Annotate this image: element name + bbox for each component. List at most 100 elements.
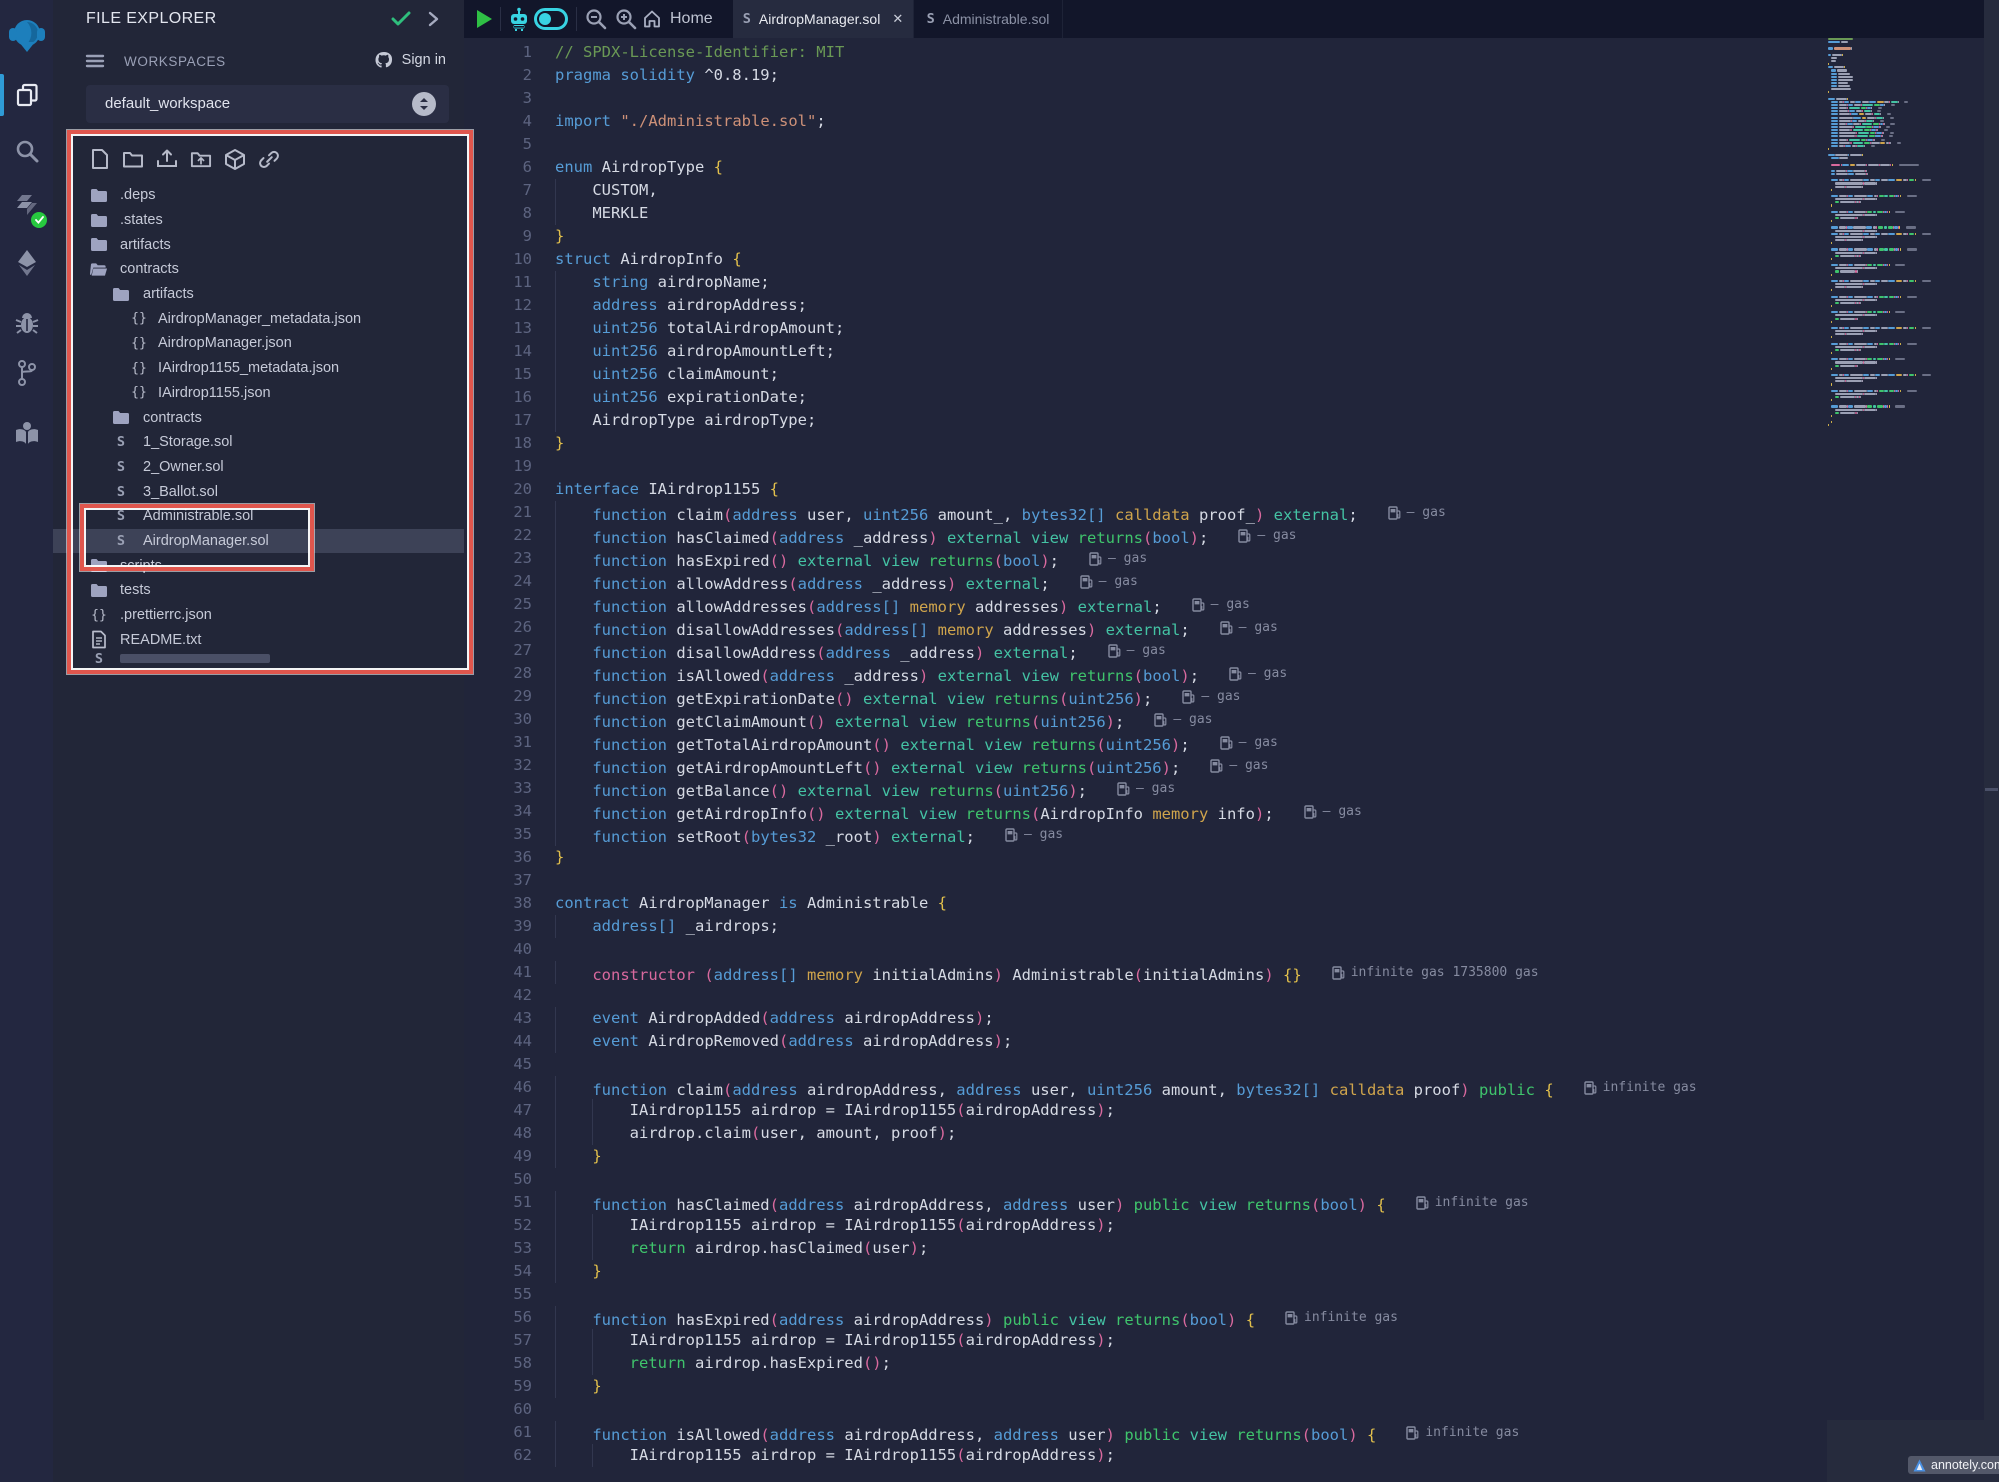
line-number: 13 xyxy=(464,317,532,340)
sign-in-button[interactable]: Sign in xyxy=(373,51,446,69)
tree-item-contracts[interactable]: contracts xyxy=(53,405,464,430)
tree-item-partial[interactable]: S xyxy=(53,652,464,666)
tree-item-1-storage-sol[interactable]: S1_Storage.sol xyxy=(53,430,464,455)
tree-item-label: artifacts xyxy=(120,237,171,253)
ai-copilot-toggle[interactable] xyxy=(534,0,568,38)
tree-item-iairdrop1155-json[interactable]: {}IAirdrop1155.json xyxy=(53,381,464,406)
rail-debugger-icon[interactable] xyxy=(0,300,53,346)
code-line-22: 22 function hasClaimed(address _address)… xyxy=(464,524,1828,547)
line-number: 28 xyxy=(464,662,532,685)
new-folder-icon[interactable] xyxy=(122,147,144,171)
braces-icon: {} xyxy=(130,359,148,377)
gas-estimate-ghost: – gas xyxy=(1117,777,1175,800)
tab-administrable-sol[interactable]: SAdministrable.sol xyxy=(914,0,1063,38)
upload-folder-icon[interactable] xyxy=(190,147,212,171)
braces-icon: {} xyxy=(130,334,148,352)
code-line-15: 15 uint256 claimAmount; xyxy=(464,363,1828,386)
code-line-53: 53 return airdrop.hasClaimed(user); xyxy=(464,1237,1828,1260)
rail-deploy-run-icon[interactable] xyxy=(0,240,53,286)
line-number: 32 xyxy=(464,754,532,777)
code-line-51: 51 function hasClaimed(address airdropAd… xyxy=(464,1191,1828,1214)
tree-item-label: scripts xyxy=(120,558,162,574)
tree-item--deps[interactable]: .deps xyxy=(53,183,464,208)
tab-bar: Home SAirdropManager.sol✕SAdministrable.… xyxy=(464,0,1999,38)
line-number: 14 xyxy=(464,340,532,363)
tree-item--states[interactable]: .states xyxy=(53,208,464,233)
code-line-52: 52 IAirdrop1155 airdrop = IAirdrop1155(a… xyxy=(464,1214,1828,1237)
tree-item-tests[interactable]: tests xyxy=(53,578,464,603)
tree-item-contracts[interactable]: contracts xyxy=(53,257,464,282)
tree-item--prettierrc-json[interactable]: {}.prettierrc.json xyxy=(53,603,464,628)
line-number: 5 xyxy=(464,133,532,156)
scrollbar-track[interactable] xyxy=(1984,0,1999,1482)
tree-item-artifacts[interactable]: artifacts xyxy=(53,232,464,257)
cube-icon[interactable] xyxy=(224,147,246,171)
line-number: 42 xyxy=(464,984,532,1007)
gas-estimate-ghost: – gas xyxy=(1220,731,1278,754)
rail-remix-logo-icon[interactable] xyxy=(0,12,53,58)
code-line-4: 4import "./Administrable.sol"; xyxy=(464,110,1828,133)
folder-icon xyxy=(112,409,130,427)
braces-icon: {} xyxy=(130,310,148,328)
tree-item-airdropmanager-metadata-json[interactable]: {}AirdropManager_metadata.json xyxy=(53,306,464,331)
line-number: 46 xyxy=(464,1076,532,1099)
page-title: FILE EXPLORER xyxy=(86,10,217,28)
line-number: 9 xyxy=(464,225,532,248)
upload-file-icon[interactable] xyxy=(156,147,178,171)
zoom-in-button[interactable] xyxy=(614,0,638,38)
rail-solidity-compiler-icon[interactable] xyxy=(0,184,53,230)
sol-icon: S xyxy=(112,458,130,476)
gas-estimate-ghost: – gas xyxy=(1388,501,1446,524)
link-icon[interactable] xyxy=(258,147,280,171)
code-line-49: 49 } xyxy=(464,1145,1828,1168)
tree-item-administrable-sol[interactable]: SAdministrable.sol xyxy=(53,504,464,529)
indent-guide xyxy=(555,386,556,409)
tree-item-readme-txt[interactable]: README.txt xyxy=(53,627,464,652)
close-tab-icon[interactable]: ✕ xyxy=(892,11,903,27)
rail-search-icon[interactable] xyxy=(0,128,53,174)
gas-estimate-ghost: – gas xyxy=(1220,616,1278,639)
code-line-17: 17 AirdropType airdropType; xyxy=(464,409,1828,432)
indent-guide xyxy=(555,179,556,202)
rail-file-explorer-icon[interactable] xyxy=(0,72,53,118)
code-line-33: 33 function getBalance() external view r… xyxy=(464,777,1828,800)
zoom-out-button[interactable] xyxy=(584,0,608,38)
tree-item-artifacts[interactable]: artifacts xyxy=(53,282,464,307)
indent-guide xyxy=(555,340,556,363)
line-number: 36 xyxy=(464,846,532,869)
sol-icon: S xyxy=(90,652,108,666)
new-file-icon[interactable] xyxy=(88,147,110,171)
minimap[interactable] xyxy=(1828,38,1984,427)
tree-item-2-owner-sol[interactable]: S2_Owner.sol xyxy=(53,455,464,480)
tab-airdropmanager-sol[interactable]: SAirdropManager.sol✕ xyxy=(733,0,914,38)
line-number: 10 xyxy=(464,248,532,271)
indent-guide xyxy=(555,1122,556,1145)
line-number: 57 xyxy=(464,1329,532,1352)
workspaces-row: WORKSPACES Sign in xyxy=(53,48,464,78)
line-number: 60 xyxy=(464,1398,532,1421)
code-line-31: 31 function getTotalAirdropAmount() exte… xyxy=(464,731,1828,754)
tree-item-airdropmanager-sol[interactable]: SAirdropManager.sol xyxy=(53,529,464,554)
line-number: 21 xyxy=(464,501,532,524)
chevron-right-icon[interactable] xyxy=(427,11,439,27)
ai-copilot-robot-icon[interactable] xyxy=(508,0,530,38)
workspace-select[interactable]: default_workspace xyxy=(86,85,449,123)
line-number: 47 xyxy=(464,1099,532,1122)
run-script-button[interactable] xyxy=(474,0,494,38)
tab-home[interactable]: Home xyxy=(642,0,735,38)
workspace-sort-button[interactable] xyxy=(412,92,436,116)
line-number: 17 xyxy=(464,409,532,432)
tab-label: Administrable.sol xyxy=(943,11,1050,27)
rail-source-control-icon[interactable] xyxy=(0,350,53,396)
folder-icon xyxy=(90,581,108,599)
indent-guide xyxy=(555,754,556,777)
hamburger-menu-icon[interactable] xyxy=(85,52,105,70)
tree-item-iairdrop1155-metadata-json[interactable]: {}IAirdrop1155_metadata.json xyxy=(53,356,464,381)
compile-success-badge xyxy=(31,212,47,228)
gas-estimate-ghost: – gas xyxy=(1304,800,1362,823)
tree-item-scripts[interactable]: scripts xyxy=(53,553,464,578)
code-editor[interactable]: 1// SPDX-License-Identifier: MIT2pragma … xyxy=(464,38,1828,1482)
tree-item-3-ballot-sol[interactable]: S3_Ballot.sol xyxy=(53,479,464,504)
rail-learneth-icon[interactable] xyxy=(0,410,53,456)
tree-item-airdropmanager-json[interactable]: {}AirdropManager.json xyxy=(53,331,464,356)
